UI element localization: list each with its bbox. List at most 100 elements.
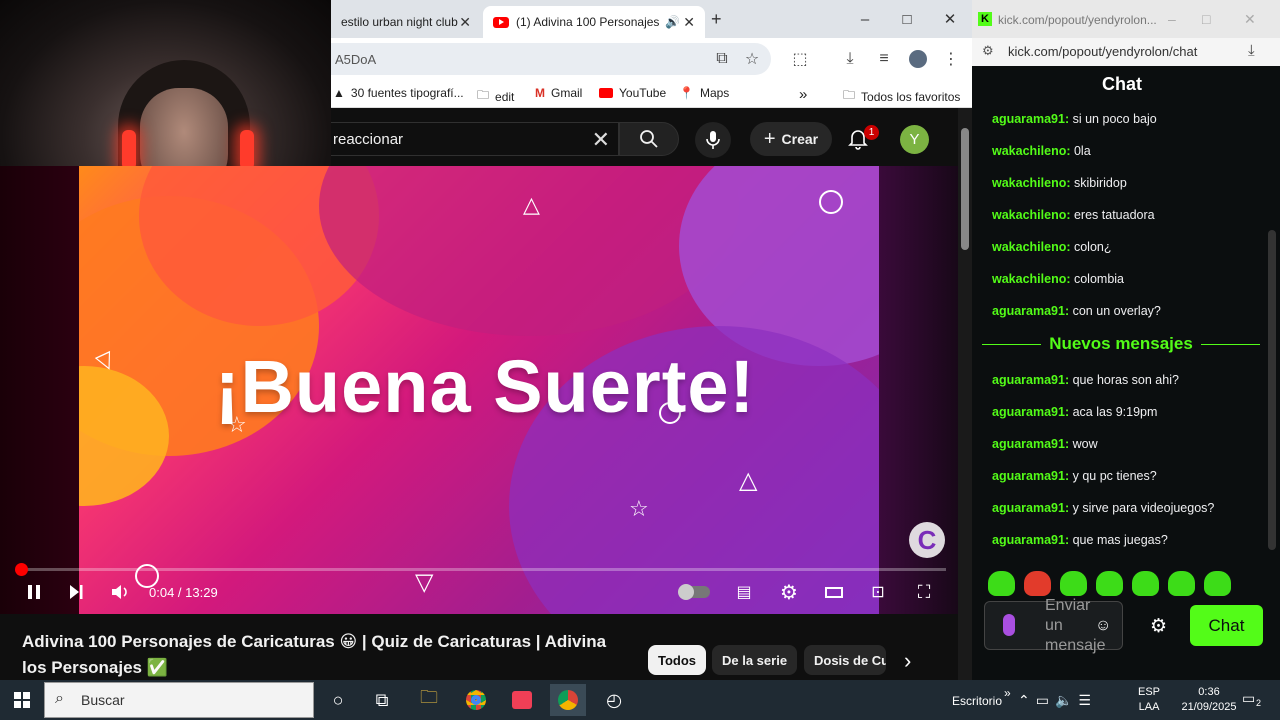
chip-de-la-serie[interactable]: De la serie <box>712 645 798 675</box>
taskbar-search-box[interactable]: ⌕ Buscar <box>44 682 314 718</box>
download-icon[interactable]: ⤓ <box>837 46 863 72</box>
chat-message-input[interactable]: Enviar un mensaje ☺ <box>984 597 1123 654</box>
next-button[interactable] <box>62 578 90 606</box>
settings-button[interactable]: ⚙ <box>775 578 803 606</box>
task-view-icon[interactable]: ⧉ <box>364 684 400 716</box>
chat-username[interactable]: wakachileno: <box>992 208 1071 222</box>
emote-icon[interactable] <box>1168 571 1195 596</box>
bookmark-maps[interactable]: 📍 Maps <box>679 86 729 100</box>
media-controls-icon[interactable]: ≡ <box>871 46 897 72</box>
chat-username[interactable]: aguarama91: <box>992 112 1069 126</box>
cortana-icon[interactable]: ○ <box>320 684 356 716</box>
maximize-button[interactable]: □ <box>885 0 929 38</box>
page-scrollbar-thumb[interactable] <box>961 128 969 250</box>
close-window-button[interactable]: ✕ <box>928 0 972 38</box>
minimize-button[interactable]: – <box>843 0 887 38</box>
bookmark-gmail[interactable]: M Gmail <box>535 86 582 100</box>
chat-username[interactable]: wakachileno: <box>992 240 1071 254</box>
youtube-search-input[interactable]: reaccionar ✕ <box>331 122 619 156</box>
wifi-icon[interactable]: ⌃ <box>1018 692 1036 708</box>
chat-username[interactable]: wakachileno: <box>992 272 1071 286</box>
chip-dosis[interactable]: Dosis de Cu <box>804 645 886 675</box>
chat-username[interactable]: aguarama91: <box>992 469 1069 483</box>
input-language[interactable]: ESP LAA <box>1138 685 1160 715</box>
volume-button[interactable] <box>106 578 134 606</box>
theater-mode-button[interactable] <box>820 578 848 606</box>
emote-icon[interactable] <box>1204 571 1231 596</box>
new-tab-button[interactable]: + <box>711 9 722 30</box>
chat-username[interactable]: aguarama91: <box>992 437 1069 451</box>
bookmark-star-icon[interactable]: ☆ <box>739 46 765 72</box>
tray-icons[interactable]: ⌃▭🔈☰ <box>1018 692 1097 709</box>
browser-menu-icon[interactable]: ⋮ <box>938 46 964 72</box>
channel-watermark-icon[interactable]: C <box>909 522 945 558</box>
cast-button[interactable]: ⊡ <box>864 578 892 606</box>
voice-search-button[interactable] <box>695 122 731 158</box>
progress-scrubber[interactable] <box>14 563 28 576</box>
chat-username[interactable]: aguarama91: <box>992 501 1069 515</box>
chip-todos[interactable]: Todos <box>648 645 707 675</box>
bookmark-youtube[interactable]: YouTube <box>599 86 666 100</box>
profile-avatar-icon[interactable] <box>905 46 931 72</box>
install-app-icon[interactable]: ⧉ <box>709 46 735 72</box>
emote-icon[interactable] <box>1132 571 1159 596</box>
battery-icon[interactable]: ▭ <box>1036 692 1055 708</box>
chat-username[interactable]: wakachileno: <box>992 144 1071 158</box>
extensions-icon[interactable]: ⬚ <box>787 46 813 72</box>
bookmark-fuentes[interactable]: ▲ 30 fuentes tipografí... <box>333 86 464 100</box>
search-button[interactable] <box>619 122 679 156</box>
bookmark-edit[interactable]: 🗀 edit <box>477 86 514 107</box>
subtitles-button[interactable]: ▤ <box>730 578 758 606</box>
chat-username[interactable]: aguarama91: <box>992 405 1069 419</box>
emoji-icon[interactable]: ☺ <box>1095 616 1111 636</box>
emote-icon[interactable] <box>1024 571 1051 596</box>
tab-youtube-active[interactable]: (1) Adivina 100 Personajes c 🔊 ✕ <box>483 6 705 38</box>
autoplay-toggle[interactable] <box>678 578 712 606</box>
emote-icon[interactable] <box>1060 571 1087 596</box>
obs-recording-icon[interactable]: ◴ <box>596 684 632 716</box>
file-explorer-icon[interactable]: 🗀 <box>411 684 447 716</box>
minimize-button[interactable]: – <box>1168 11 1176 27</box>
close-tab-icon[interactable]: ✕ <box>459 14 471 31</box>
volume-icon[interactable]: 🔈 <box>1055 692 1078 708</box>
tab-urban-night-club[interactable]: estilo urban night club ✕ <box>331 6 481 38</box>
send-chat-button[interactable]: Chat <box>1190 605 1263 646</box>
video-frame[interactable]: △ ▽ ☆ △ ☆ ▽ ¡Buena Suerte! <box>79 166 879 614</box>
pocket-app-icon[interactable] <box>504 684 540 716</box>
chat-username[interactable]: aguarama91: <box>992 533 1069 547</box>
clock[interactable]: 0:36 21/09/2025 <box>1176 685 1242 715</box>
close-tab-icon[interactable]: ✕ <box>683 14 695 31</box>
tray-overflow-icon[interactable]: » <box>1004 686 1011 700</box>
chrome-active-icon[interactable] <box>550 684 586 716</box>
microphone-icon[interactable] <box>1003 614 1015 636</box>
address-bar[interactable]: A5DoA <box>331 43 771 75</box>
create-button[interactable]: + Crear <box>750 122 832 156</box>
clear-search-icon[interactable]: ✕ <box>592 127 610 153</box>
speaker-icon[interactable]: 🔊 <box>665 15 680 29</box>
chat-scrollbar[interactable] <box>1268 230 1276 550</box>
desktop-toolbar-label[interactable]: Escritorio <box>952 694 1002 708</box>
chat-username[interactable]: aguarama91: <box>992 304 1069 318</box>
chrome-icon[interactable] <box>458 684 494 716</box>
download-icon[interactable]: ⤓ <box>1248 42 1255 59</box>
action-center-icon[interactable]: ▭ <box>1242 690 1255 707</box>
chat-settings-gear-icon[interactable]: ⚙ <box>1150 615 1167 638</box>
chips-next-button[interactable]: › <box>904 648 911 674</box>
all-favorites-folder[interactable]: 🗀 Todos los favoritos <box>843 86 960 107</box>
close-window-button[interactable]: ✕ <box>1244 11 1256 28</box>
pause-button[interactable] <box>20 578 48 606</box>
fullscreen-button[interactable]: ⛶ <box>910 578 938 606</box>
maximize-button[interactable]: □ <box>1202 11 1210 27</box>
progress-bar[interactable] <box>16 568 946 571</box>
emote-icon[interactable] <box>988 571 1015 596</box>
chat-username[interactable]: aguarama91: <box>992 373 1069 387</box>
account-avatar[interactable]: Y <box>900 125 929 154</box>
chat-username[interactable]: wakachileno: <box>992 176 1071 190</box>
start-button[interactable] <box>4 684 40 716</box>
emote-icon[interactable] <box>1096 571 1123 596</box>
video-player[interactable]: △ ▽ ☆ △ ☆ ▽ ¡Buena Suerte! C 0:04 / 13:2… <box>0 166 958 614</box>
kick-address-bar[interactable]: ⚙ kick.com/popout/yendyrolon/chat ⤓ <box>972 38 1280 66</box>
site-settings-icon[interactable]: ⚙ <box>982 43 994 59</box>
network-icon[interactable]: ☰ <box>1078 692 1097 708</box>
more-bookmarks-button[interactable]: » <box>799 86 807 103</box>
